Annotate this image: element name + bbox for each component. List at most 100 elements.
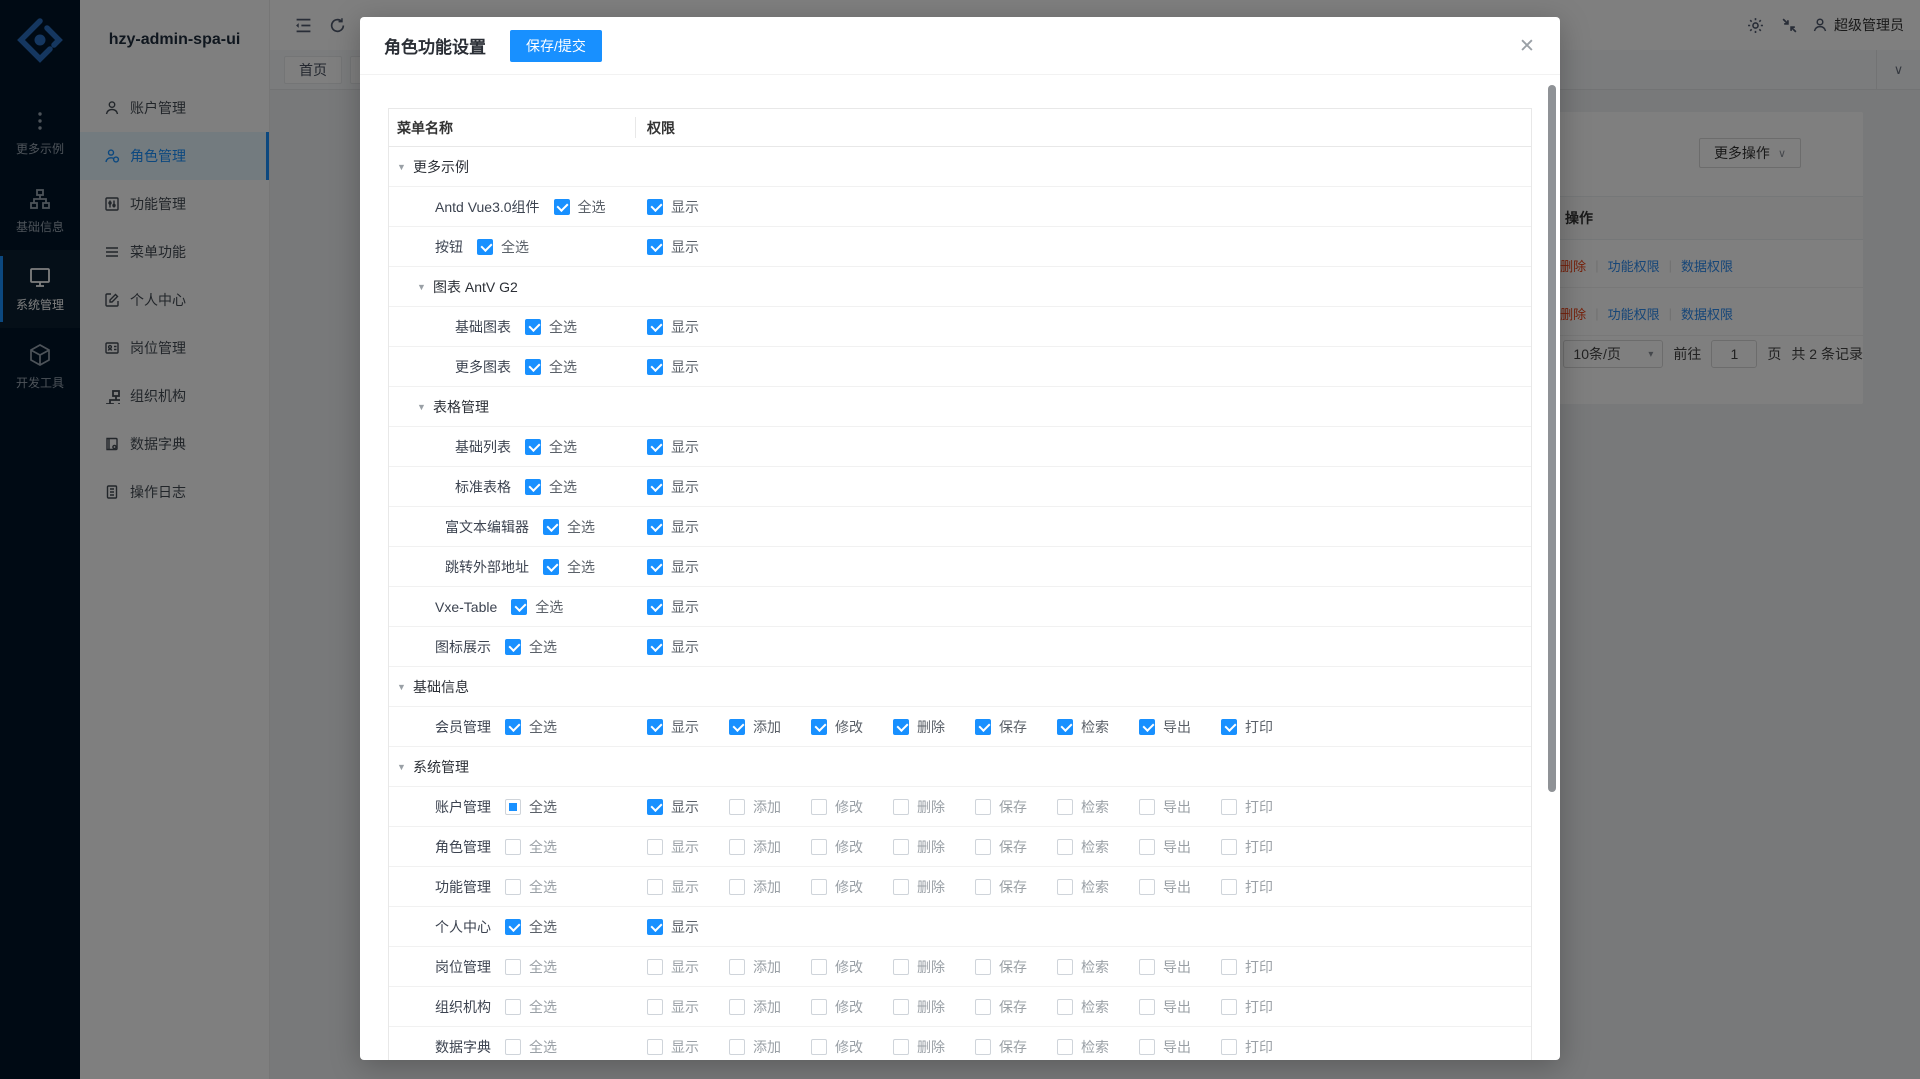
menu-name-cell: 图标展示全选 <box>389 637 635 657</box>
tree-collapse-icon[interactable]: ▼ <box>397 762 407 772</box>
perm-会员管理-检索-checkbox[interactable] <box>1057 719 1073 735</box>
perm-角色管理-显示-checkbox[interactable] <box>647 839 663 855</box>
perm-修改: 修改 <box>811 997 863 1017</box>
perm-组织机构-添加-checkbox[interactable] <box>729 999 745 1015</box>
perm-Vxe-Table-显示-checkbox[interactable] <box>647 599 663 615</box>
select-all-Antd Vue3.0组件-checkbox[interactable] <box>554 199 570 215</box>
perm-账户管理-打印-checkbox[interactable] <box>1221 799 1237 815</box>
modal-header: 角色功能设置 保存/提交 ✕ <box>360 17 1560 75</box>
select-all-角色管理-checkbox[interactable] <box>505 839 521 855</box>
perm-组织机构-保存-checkbox[interactable] <box>975 999 991 1015</box>
select-all-数据字典-checkbox[interactable] <box>505 1039 521 1055</box>
select-all-岗位管理-checkbox[interactable] <box>505 959 521 975</box>
perm-功能管理-打印-checkbox[interactable] <box>1221 879 1237 895</box>
perm-账户管理-导出-checkbox[interactable] <box>1139 799 1155 815</box>
select-all-组织机构-checkbox[interactable] <box>505 999 521 1015</box>
menu-label: 表格管理 <box>433 397 489 417</box>
perm-数据字典-修改-checkbox[interactable] <box>811 1039 827 1055</box>
perm-功能管理-修改-checkbox[interactable] <box>811 879 827 895</box>
perm-角色管理-修改-checkbox[interactable] <box>811 839 827 855</box>
perm-岗位管理-检索-checkbox[interactable] <box>1057 959 1073 975</box>
perm-基础列表-显示-checkbox[interactable] <box>647 439 663 455</box>
perm-角色管理-删除-checkbox[interactable] <box>893 839 909 855</box>
perm-功能管理-显示-checkbox[interactable] <box>647 879 663 895</box>
perm-个人中心-显示-checkbox[interactable] <box>647 919 663 935</box>
perm-角色管理-检索-checkbox[interactable] <box>1057 839 1073 855</box>
perm-会员管理-修改-checkbox[interactable] <box>811 719 827 735</box>
perm-岗位管理-修改-checkbox[interactable] <box>811 959 827 975</box>
save-submit-button[interactable]: 保存/提交 <box>510 30 602 62</box>
perm-会员管理-显示-checkbox[interactable] <box>647 719 663 735</box>
tree-collapse-icon[interactable]: ▼ <box>417 282 427 292</box>
select-all-功能管理-checkbox[interactable] <box>505 879 521 895</box>
perm-岗位管理-保存-checkbox[interactable] <box>975 959 991 975</box>
tree-collapse-icon[interactable]: ▼ <box>397 682 407 692</box>
perm-数据字典-保存-checkbox[interactable] <box>975 1039 991 1055</box>
perm-岗位管理-显示-checkbox[interactable] <box>647 959 663 975</box>
perm-账户管理-保存-checkbox[interactable] <box>975 799 991 815</box>
perm-图标展示-显示-checkbox[interactable] <box>647 639 663 655</box>
select-all-基础图表-checkbox[interactable] <box>525 319 541 335</box>
perm-跳转外部地址-显示-checkbox[interactable] <box>647 559 663 575</box>
perm-功能管理-添加-checkbox[interactable] <box>729 879 745 895</box>
select-all-Vxe-Table-checkbox[interactable] <box>511 599 527 615</box>
perm-角色管理-添加-checkbox[interactable] <box>729 839 745 855</box>
perm-角色管理-导出-checkbox[interactable] <box>1139 839 1155 855</box>
permissions-cell: 显示 <box>635 197 1531 217</box>
close-icon[interactable]: ✕ <box>1514 33 1540 59</box>
perm-岗位管理-打印-checkbox[interactable] <box>1221 959 1237 975</box>
perm-数据字典-检索-checkbox[interactable] <box>1057 1039 1073 1055</box>
perm-会员管理-添加-checkbox[interactable] <box>729 719 745 735</box>
perm-组织机构-检索-checkbox[interactable] <box>1057 999 1073 1015</box>
perm-数据字典-导出-checkbox[interactable] <box>1139 1039 1155 1055</box>
modal-scrollbar-thumb[interactable] <box>1548 85 1556 792</box>
select-all-更多图表-checkbox[interactable] <box>525 359 541 375</box>
perm-功能管理-保存-checkbox[interactable] <box>975 879 991 895</box>
perm-标准表格-显示-checkbox[interactable] <box>647 479 663 495</box>
perm-按钮-显示-checkbox[interactable] <box>647 239 663 255</box>
select-all-个人中心-checkbox[interactable] <box>505 919 521 935</box>
tree-collapse-icon[interactable]: ▼ <box>417 402 427 412</box>
select-all-按钮-checkbox[interactable] <box>477 239 493 255</box>
select-all-图标展示-checkbox[interactable] <box>505 639 521 655</box>
perm-数据字典-打印-checkbox[interactable] <box>1221 1039 1237 1055</box>
perm-岗位管理-删除-checkbox[interactable] <box>893 959 909 975</box>
menu-name-cell: ▼ 表格管理 <box>389 397 635 417</box>
perm-组织机构-修改-checkbox[interactable] <box>811 999 827 1015</box>
perm-组织机构-显示-checkbox[interactable] <box>647 999 663 1015</box>
select-all-基础列表-checkbox[interactable] <box>525 439 541 455</box>
perm-Antd Vue3.0组件-显示-checkbox[interactable] <box>647 199 663 215</box>
perm-富文本编辑器-显示-checkbox[interactable] <box>647 519 663 535</box>
perm-会员管理-保存-checkbox[interactable] <box>975 719 991 735</box>
perm-基础图表-显示-checkbox[interactable] <box>647 319 663 335</box>
perm-数据字典-修改-label: 修改 <box>835 1037 863 1057</box>
perm-账户管理-检索-checkbox[interactable] <box>1057 799 1073 815</box>
perm-角色管理-打印-checkbox[interactable] <box>1221 839 1237 855</box>
select-all-会员管理-checkbox[interactable] <box>505 719 521 735</box>
perm-会员管理-导出-checkbox[interactable] <box>1139 719 1155 735</box>
perm-账户管理-修改-checkbox[interactable] <box>811 799 827 815</box>
perm-会员管理-删除-checkbox[interactable] <box>893 719 909 735</box>
perm-角色管理-保存-checkbox[interactable] <box>975 839 991 855</box>
perm-功能管理-删除-checkbox[interactable] <box>893 879 909 895</box>
perm-组织机构-打印-checkbox[interactable] <box>1221 999 1237 1015</box>
perm-组织机构-删除-checkbox[interactable] <box>893 999 909 1015</box>
perm-功能管理-导出-checkbox[interactable] <box>1139 879 1155 895</box>
perm-账户管理-删除-checkbox[interactable] <box>893 799 909 815</box>
select-all-标准表格-checkbox[interactable] <box>525 479 541 495</box>
perm-会员管理-打印-checkbox[interactable] <box>1221 719 1237 735</box>
perm-功能管理-检索-checkbox[interactable] <box>1057 879 1073 895</box>
perm-数据字典-添加-checkbox[interactable] <box>729 1039 745 1055</box>
perm-岗位管理-添加-checkbox[interactable] <box>729 959 745 975</box>
select-all-账户管理-checkbox[interactable] <box>505 799 521 815</box>
perm-岗位管理-导出-checkbox[interactable] <box>1139 959 1155 975</box>
perm-账户管理-添加-checkbox[interactable] <box>729 799 745 815</box>
perm-数据字典-删除-checkbox[interactable] <box>893 1039 909 1055</box>
tree-collapse-icon[interactable]: ▼ <box>397 162 407 172</box>
perm-账户管理-显示-checkbox[interactable] <box>647 799 663 815</box>
perm-更多图表-显示-checkbox[interactable] <box>647 359 663 375</box>
perm-组织机构-导出-checkbox[interactable] <box>1139 999 1155 1015</box>
select-all-富文本编辑器-checkbox[interactable] <box>543 519 559 535</box>
select-all-跳转外部地址-checkbox[interactable] <box>543 559 559 575</box>
perm-数据字典-显示-checkbox[interactable] <box>647 1039 663 1055</box>
